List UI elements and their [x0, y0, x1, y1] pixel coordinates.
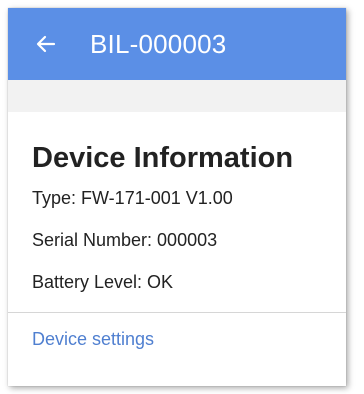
device-info-section: Device Information Type: FW-171-001 V1.0… [8, 140, 346, 294]
device-type: Type: FW-171-001 V1.00 [32, 188, 233, 208]
divider [8, 312, 346, 313]
section-heading: Device Information [32, 142, 294, 174]
page-title: BIL-000003 [90, 28, 227, 59]
device-settings-link[interactable]: Device settings [8, 327, 346, 351]
arrow-left-icon [36, 35, 56, 53]
battery-level: Battery Level: OK [32, 272, 174, 292]
back-button[interactable] [18, 16, 74, 72]
header-spacer [8, 80, 346, 112]
device-screen: BIL-000003 Device Information Type: FW-1… [8, 8, 346, 386]
serial-number: Serial Number: 000003 [32, 230, 218, 250]
app-bar: BIL-000003 [8, 8, 346, 80]
